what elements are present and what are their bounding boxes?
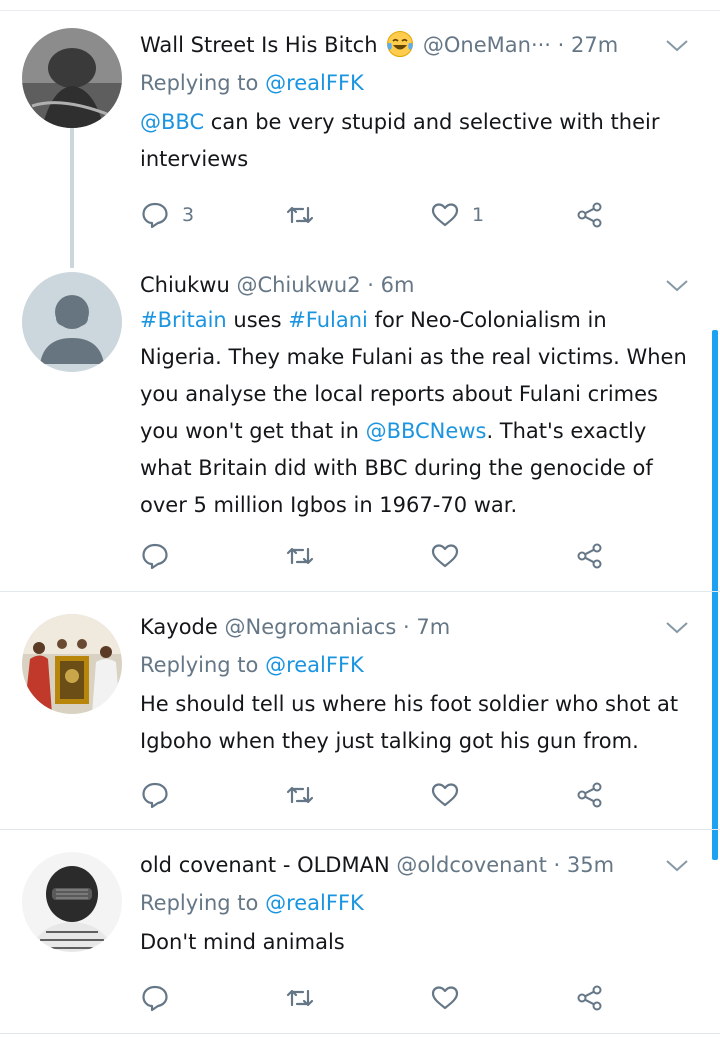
heart-icon [431, 203, 459, 227]
like-button[interactable]: 1 [430, 197, 484, 233]
tweet-text-part: uses [226, 308, 289, 332]
mention-link[interactable]: @BBCNews [366, 419, 487, 443]
replying-to-label: Replying to [140, 653, 259, 677]
tweet-text: He should tell us where his foot soldier… [140, 692, 679, 753]
replying-to-label: Replying to [140, 891, 259, 915]
hashtag-link[interactable]: #Britain [140, 308, 227, 332]
mention-link[interactable]: @BBC [140, 110, 204, 134]
retweet-icon [286, 786, 314, 804]
tweet-header: Chiukwu @Chiukwu2 · 6m [140, 270, 690, 300]
display-name[interactable]: old covenant - OLDMAN [140, 853, 390, 877]
chevron-down-icon[interactable] [664, 34, 690, 56]
retweet-button[interactable] [285, 197, 315, 233]
timestamp[interactable]: 6m [381, 273, 415, 297]
tweet-header: Wall Street Is His Bitch @OneMan··· · 27… [140, 30, 690, 60]
share-icon [577, 543, 602, 569]
heart-icon [431, 544, 459, 568]
separator-dot: · [553, 853, 561, 877]
default-avatar[interactable] [22, 272, 122, 372]
retweet-button[interactable] [285, 538, 315, 574]
tweet-header: Kayode @Negromaniacs · 7m [140, 612, 690, 642]
tweet-2[interactable]: Chiukwu @Chiukwu2 · 6m #Britain uses #Fu… [0, 260, 720, 592]
replying-to-mention[interactable]: @realFFK [265, 653, 364, 677]
tweet-actions [140, 980, 610, 1016]
timestamp[interactable]: 35m [567, 853, 614, 877]
tweet-actions [140, 538, 610, 574]
reply-icon [142, 782, 168, 809]
retweet-icon [286, 206, 314, 224]
heart-icon [431, 986, 459, 1010]
tweet-3[interactable]: Kayode @Negromaniacs · 7m Replying to @r… [0, 592, 720, 830]
reply-button[interactable]: 3 [140, 197, 194, 233]
user-handle[interactable]: @Chiukwu2 [236, 273, 360, 297]
avatar[interactable] [22, 28, 122, 128]
share-button[interactable] [575, 197, 605, 233]
reply-icon [142, 202, 168, 229]
timestamp[interactable]: 27m [571, 33, 618, 57]
avatar[interactable] [22, 852, 122, 952]
display-name[interactable]: Chiukwu [140, 273, 230, 297]
tweet-text: #Britain uses #Fulani for Neo-Colonialis… [140, 302, 690, 524]
tweet-actions: 3 1 [140, 197, 610, 233]
separator-dot: · [402, 615, 410, 639]
like-button[interactable] [430, 777, 460, 813]
like-button[interactable] [430, 538, 460, 574]
reply-button[interactable] [140, 538, 170, 574]
separator-dot: · [367, 273, 374, 297]
retweet-button[interactable] [285, 777, 315, 813]
separator-dot: · [557, 33, 565, 57]
tweet-text: @BBC can be very stupid and selective wi… [140, 104, 690, 178]
share-button[interactable] [575, 980, 605, 1016]
share-button[interactable] [575, 777, 605, 813]
tweet-4[interactable]: old covenant - OLDMAN @oldcovenant · 35m… [0, 830, 720, 1034]
replying-to: Replying to @realFFK [140, 888, 690, 918]
replying-to-label: Replying to [140, 71, 259, 95]
replying-to-mention[interactable]: @realFFK [265, 891, 364, 915]
like-count: 1 [472, 204, 485, 226]
tears-of-joy-emoji-icon [386, 30, 414, 58]
replying-to: Replying to @realFFK [140, 68, 690, 98]
share-icon [577, 202, 602, 228]
retweet-icon [286, 547, 314, 565]
display-name[interactable]: Wall Street Is His Bitch [140, 33, 378, 57]
user-handle[interactable]: @Negromaniacs [224, 615, 396, 639]
replying-to: Replying to @realFFK [140, 650, 690, 680]
like-button[interactable] [430, 980, 460, 1016]
hashtag-link[interactable]: #Fulani [288, 308, 368, 332]
timestamp[interactable]: 7m [416, 615, 450, 639]
avatar[interactable] [22, 614, 122, 714]
user-handle[interactable]: @oldcovenant [396, 853, 546, 877]
user-handle[interactable]: @OneMan··· [423, 33, 551, 57]
tweet-text: Don't mind animals [140, 930, 345, 954]
share-icon [577, 985, 602, 1011]
chevron-down-icon[interactable] [664, 854, 690, 876]
tweet-1[interactable]: Wall Street Is His Bitch @OneMan··· · 27… [0, 10, 720, 260]
chevron-down-icon[interactable] [664, 274, 690, 296]
reply-count: 3 [182, 204, 195, 226]
tweet-text-body: can be very stupid and selective with th… [140, 110, 660, 171]
tweet-header: old covenant - OLDMAN @oldcovenant · 35m [140, 850, 690, 880]
tweet-actions [140, 777, 610, 813]
retweet-icon [286, 989, 314, 1007]
reply-icon [142, 985, 168, 1012]
replying-to-mention[interactable]: @realFFK [265, 71, 364, 95]
reply-icon [142, 543, 168, 570]
share-button[interactable] [575, 538, 605, 574]
heart-icon [431, 783, 459, 807]
retweet-button[interactable] [285, 980, 315, 1016]
share-icon [577, 782, 602, 808]
reply-button[interactable] [140, 980, 170, 1016]
reply-button[interactable] [140, 777, 170, 813]
chevron-down-icon[interactable] [664, 616, 690, 638]
display-name[interactable]: Kayode [140, 615, 218, 639]
